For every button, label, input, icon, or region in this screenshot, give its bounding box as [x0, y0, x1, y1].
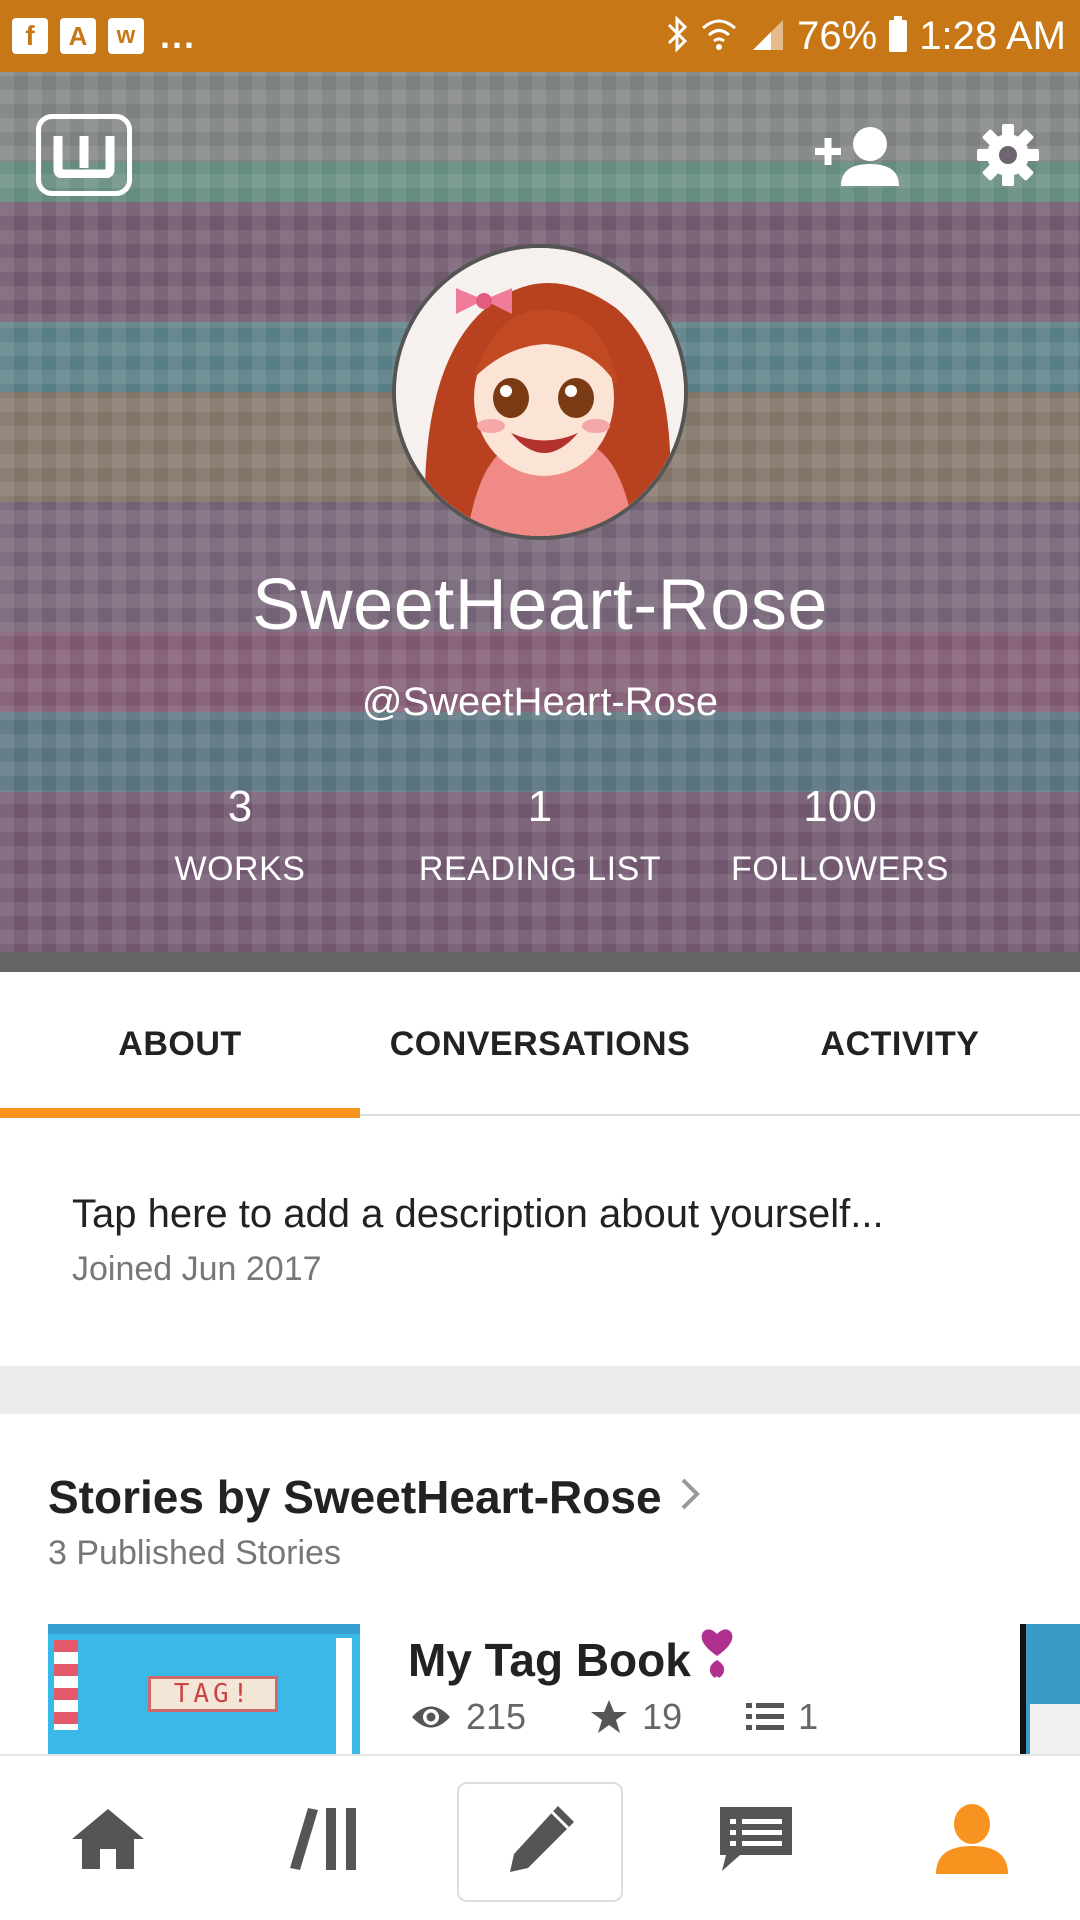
username: @SweetHeart-Rose	[361, 680, 719, 724]
profile-header: SweetHeart-Rose @SweetHeart-Rose 3 WORKS…	[0, 72, 1080, 972]
overflow-notifications: ...	[160, 15, 197, 56]
status-bar: f A w ... 76% 1:28 AM	[0, 0, 1080, 72]
stories-header[interactable]: Stories by SweetHeart-Rose	[48, 1470, 700, 1524]
stat-works-value: 3	[227, 782, 253, 831]
bluetooth-icon	[665, 14, 689, 58]
story-votes: 19	[642, 1696, 683, 1737]
status-bar-system: 76% 1:28 AM	[665, 14, 1066, 59]
story-title-text: My Tag Book	[408, 1633, 691, 1686]
tab-about[interactable]: ABOUT	[0, 972, 360, 1116]
header-divider	[0, 952, 1080, 972]
clock: 1:28 AM	[919, 13, 1066, 58]
battery-percent: 76%	[797, 13, 878, 58]
joined-date: Joined Jun 2017	[72, 1250, 322, 1288]
eye-icon	[410, 1702, 452, 1732]
stories-section: Stories by SweetHeart-Rose 3 Published S…	[0, 1414, 1080, 1754]
gear-icon[interactable]	[975, 122, 1045, 192]
home-icon	[70, 1807, 146, 1876]
about-section: Tap here to add a description about your…	[0, 1118, 1080, 1366]
cover-frame	[48, 1624, 360, 1634]
section-divider	[0, 1366, 1080, 1414]
status-bar-notifications: f A w ...	[12, 15, 196, 57]
messages-icon	[716, 1803, 796, 1880]
nav-home[interactable]	[48, 1786, 168, 1896]
avatar[interactable]	[392, 244, 688, 540]
cover-decoration-right	[336, 1638, 352, 1754]
a-app-icon: A	[60, 18, 96, 54]
cover-decoration	[54, 1640, 78, 1730]
stories-count: 3 Published Stories	[48, 1534, 341, 1572]
stat-reading-list[interactable]: 1 READING LIST	[390, 782, 690, 889]
wattpad-logo-icon[interactable]	[36, 114, 132, 196]
story-cover[interactable]: TAG!	[48, 1624, 360, 1754]
stat-followers-label: FOLLOWERS	[731, 850, 949, 888]
library-icon	[288, 1806, 360, 1877]
cover-text: TAG!	[148, 1676, 278, 1712]
description-prompt[interactable]: Tap here to add a description about your…	[72, 1192, 884, 1237]
profile-icon	[934, 1802, 1010, 1881]
battery-icon	[889, 16, 908, 52]
profile-tabs: ABOUT CONVERSATIONS ACTIVITY	[0, 972, 1080, 1118]
tab-conversations[interactable]: CONVERSATIONS	[360, 972, 720, 1116]
display-name: SweetHeart-Rose	[252, 565, 828, 645]
stories-title: Stories by SweetHeart-Rose	[48, 1471, 662, 1523]
write-pencil-icon	[502, 1802, 578, 1883]
stat-works-label: WORKS	[174, 850, 306, 888]
chevron-right-icon	[680, 1472, 700, 1522]
wattpad-icon: w	[108, 18, 144, 54]
star-icon	[590, 1699, 628, 1735]
nav-library[interactable]	[264, 1786, 384, 1896]
active-tab-indicator	[0, 1108, 360, 1118]
next-story-cover[interactable]	[1020, 1624, 1080, 1754]
tab-activity[interactable]: ACTIVITY	[720, 972, 1080, 1116]
nav-messages[interactable]	[696, 1786, 816, 1896]
follow-user-icon[interactable]	[815, 122, 905, 192]
parts-list-icon	[746, 1701, 785, 1733]
nav-profile[interactable]	[912, 1786, 1032, 1896]
story-parts: 1	[798, 1696, 819, 1737]
story-reads: 215	[466, 1696, 527, 1737]
stat-reading-list-label: READING LIST	[418, 850, 662, 888]
stat-works[interactable]: 3 WORKS	[90, 782, 390, 889]
stat-reading-list-value: 1	[527, 782, 553, 831]
bottom-navigation	[0, 1754, 1080, 1920]
story-title[interactable]: My Tag Book	[408, 1626, 737, 1693]
signal-icon	[749, 16, 785, 57]
heart-emoji-icon	[697, 1626, 737, 1693]
stat-followers-value: 100	[803, 782, 877, 831]
profile-stats: 3 WORKS 1 READING LIST 100 FOLLOWERS	[0, 782, 1080, 902]
story-stats: 215 19 1	[410, 1696, 818, 1738]
wifi-icon	[701, 16, 737, 57]
nav-write[interactable]	[457, 1782, 623, 1902]
facebook-icon: f	[12, 18, 48, 54]
stat-followers[interactable]: 100 FOLLOWERS	[690, 782, 990, 889]
